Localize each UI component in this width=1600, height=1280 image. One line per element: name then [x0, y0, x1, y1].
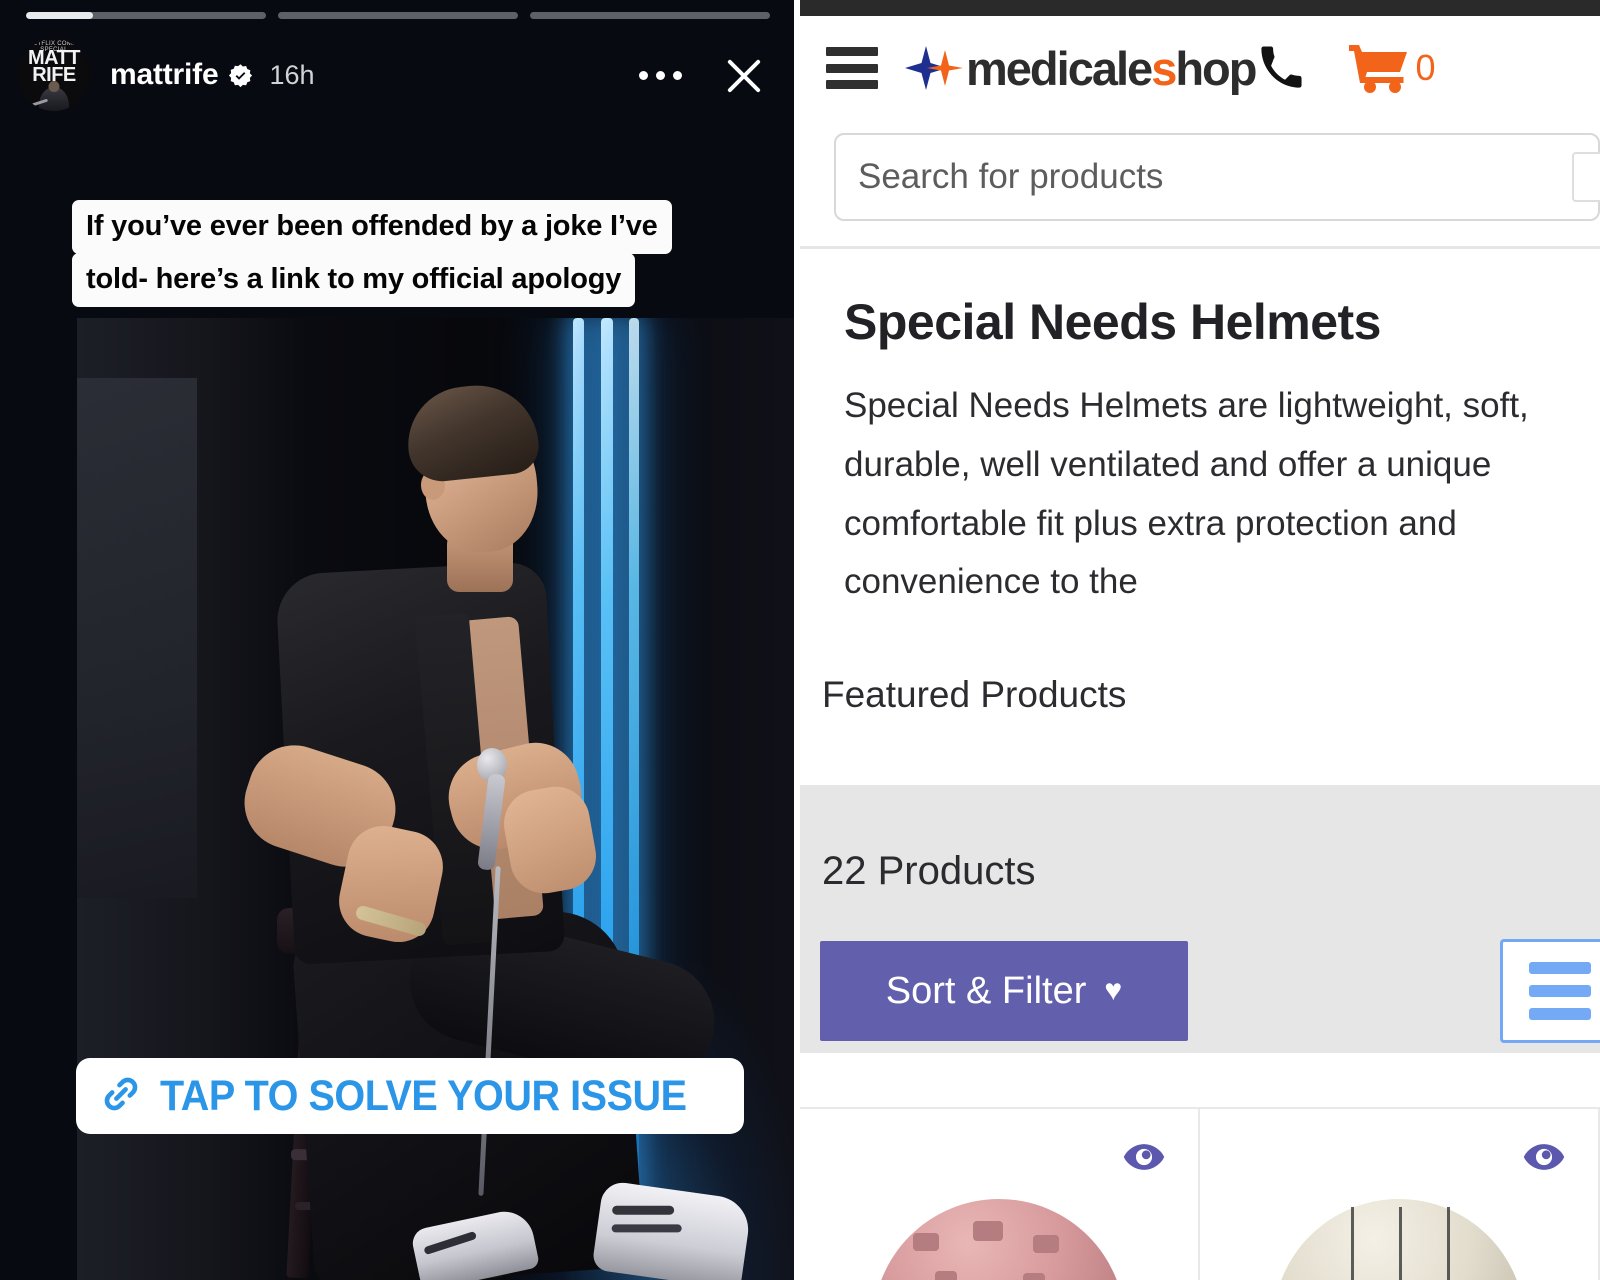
avatar-title: MATT RIFE: [18, 48, 90, 85]
search-box: [834, 133, 1600, 221]
product-image-helmet-cream: [1273, 1199, 1525, 1280]
listing-toolbar: 22 Products Sort & Filter ♥: [800, 785, 1600, 1053]
product-card[interactable]: [1200, 1107, 1600, 1280]
cart-button[interactable]: 0: [1347, 42, 1436, 94]
cart-count-badge: 0: [1415, 47, 1436, 88]
cart-icon: [1347, 42, 1413, 94]
featured-products-heading: Featured Products: [822, 674, 1127, 716]
sort-filter-button[interactable]: Sort & Filter ♥: [820, 941, 1188, 1041]
sparkle-logo-icon: [904, 42, 964, 94]
story-progress-bars: [26, 12, 770, 19]
link-sticker-label: TAP TO SOLVE YOUR ISSUE: [160, 1071, 687, 1120]
eye-icon[interactable]: [1522, 1135, 1566, 1179]
caption-line-2: told- here’s a link to my official apolo…: [72, 253, 636, 307]
product-image-helmet-pink: [873, 1199, 1125, 1280]
story-progress-segment-3[interactable]: [530, 12, 770, 19]
logo-part-2: hop: [1175, 41, 1257, 95]
sort-filter-label: Sort & Filter: [885, 969, 1087, 1012]
close-icon[interactable]: [716, 47, 772, 103]
chevron-down-icon: ♥: [1104, 974, 1123, 1007]
verified-badge-icon: [228, 63, 253, 88]
story-progress-segment-1[interactable]: [26, 12, 266, 19]
search-input[interactable]: [836, 135, 1572, 219]
list-view-toggle[interactable]: [1500, 939, 1600, 1043]
story-timestamp: 16h: [269, 59, 315, 90]
site-logo[interactable]: medicaleshop: [904, 41, 1257, 96]
medicaleshop-panel: medicaleshop 0 Search for products Speci…: [800, 0, 1600, 1280]
logo-accent: s: [1151, 41, 1177, 95]
product-card-row: [800, 1107, 1600, 1280]
instagram-story-panel: A NETFLIX COMEDY SPECIAL MATT RIFE mattr…: [0, 0, 794, 1280]
product-card[interactable]: [800, 1107, 1200, 1280]
product-count: 22 Products: [822, 849, 1036, 893]
avatar[interactable]: A NETFLIX COMEDY SPECIAL MATT RIFE: [18, 39, 90, 111]
site-logo-text: medicaleshop: [966, 41, 1257, 96]
phone-icon[interactable]: [1259, 46, 1303, 90]
shop-body: Special Needs Helmets Special Needs Helm…: [800, 249, 1600, 1280]
link-icon: [98, 1071, 144, 1122]
category-description: Special Needs Helmets are lightweight, s…: [844, 386, 1529, 602]
story-caption-sticker: If you’ve ever been offended by a joke I…: [72, 200, 732, 307]
caption-line-1: If you’ve ever been offended by a joke I…: [72, 200, 672, 254]
more-options-icon[interactable]: [629, 61, 692, 90]
story-username[interactable]: mattrife: [110, 58, 219, 92]
story-header: A NETFLIX COMEDY SPECIAL MATT RIFE mattr…: [0, 36, 794, 114]
logo-part-1: medicale: [966, 41, 1153, 95]
hamburger-icon[interactable]: [826, 47, 878, 89]
story-photo: [77, 318, 794, 1280]
category-title: Special Needs Helmets: [844, 294, 1382, 350]
screenshot-root: A NETFLIX COMEDY SPECIAL MATT RIFE mattr…: [0, 0, 1600, 1280]
stage-panel: [77, 378, 197, 898]
eye-icon[interactable]: [1122, 1135, 1166, 1179]
search-submit-button[interactable]: [1572, 152, 1600, 202]
story-progress-segment-2[interactable]: [278, 12, 518, 19]
browser-top-bar: [800, 0, 1600, 16]
search-row: [800, 122, 1600, 232]
shop-header: medicaleshop 0: [800, 16, 1600, 120]
story-link-sticker[interactable]: TAP TO SOLVE YOUR ISSUE: [76, 1058, 744, 1134]
